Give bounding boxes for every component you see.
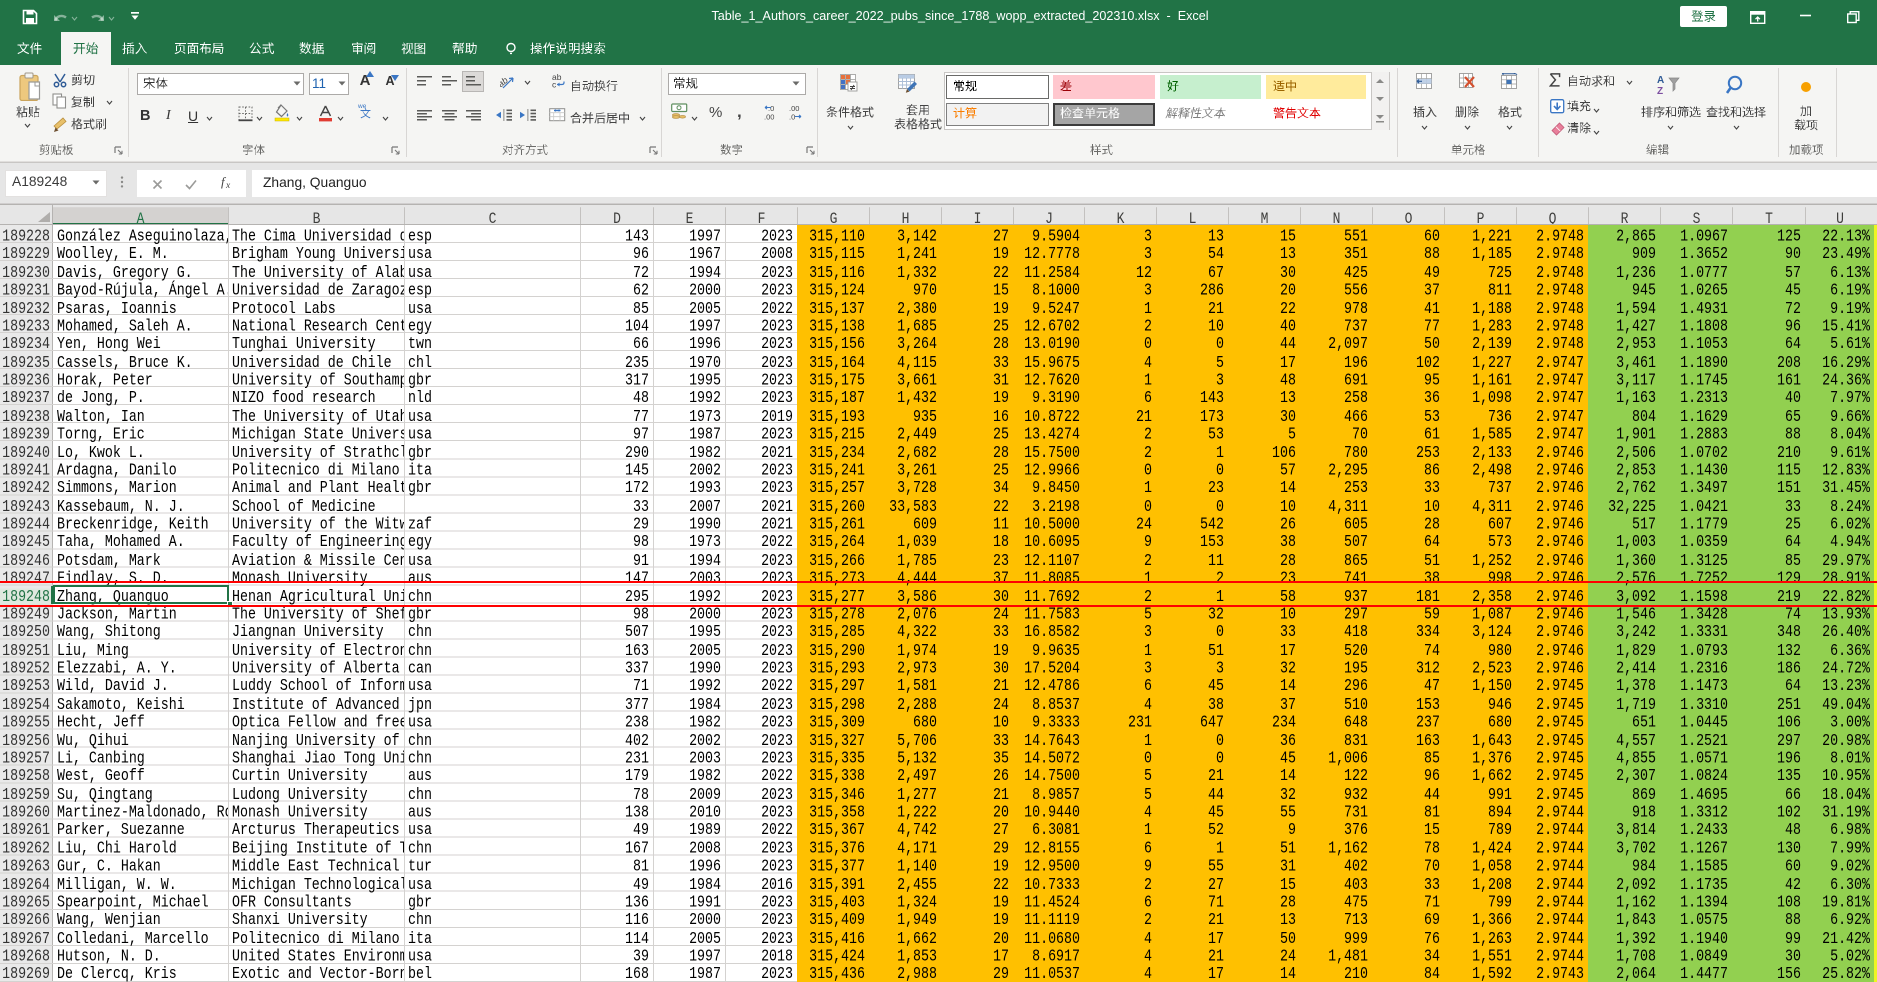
- svg-text:A: A: [1657, 75, 1664, 86]
- svg-text:Z: Z: [1657, 86, 1663, 96]
- svg-text:x: x: [225, 181, 231, 189]
- svg-text:.0: .0: [789, 113, 795, 121]
- svg-text:.00: .00: [764, 113, 774, 121]
